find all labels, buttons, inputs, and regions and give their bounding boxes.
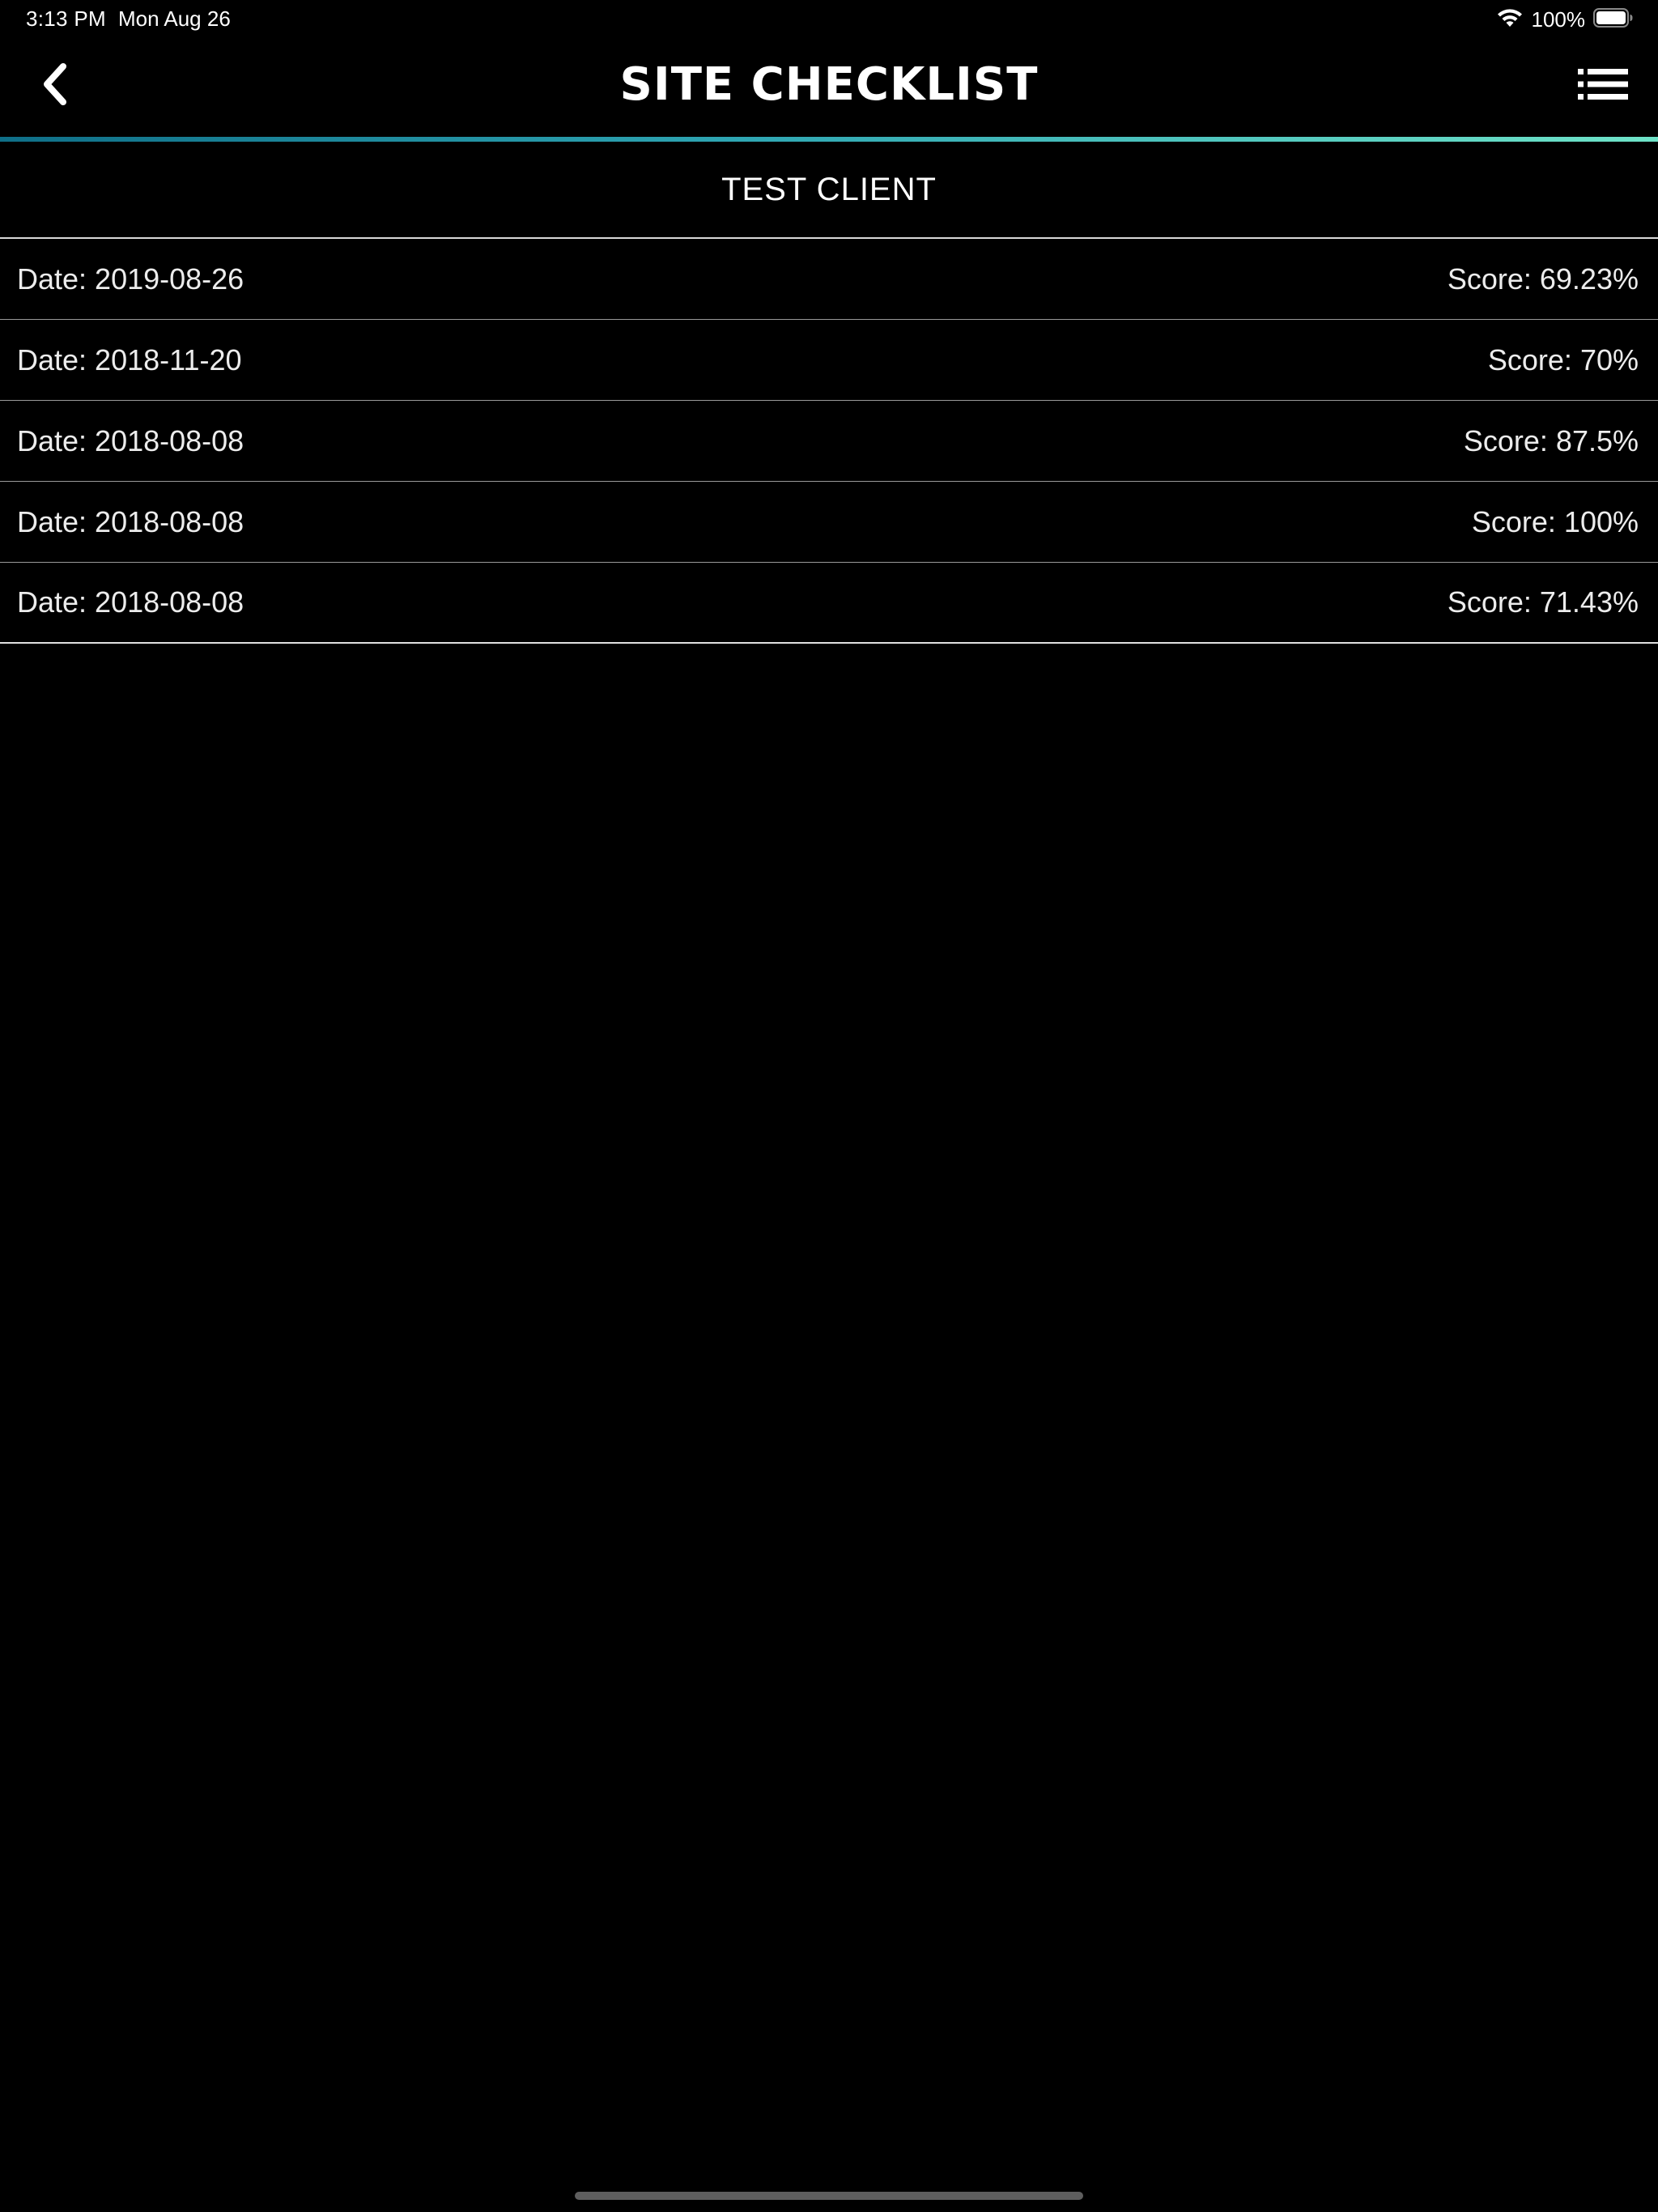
client-name-header: TEST CLIENT — [0, 142, 1658, 239]
record-score: Score: 87.5% — [1463, 423, 1639, 457]
battery-icon — [1593, 7, 1634, 32]
wifi-icon — [1496, 7, 1524, 32]
record-score: Score: 100% — [1471, 504, 1639, 538]
menu-button[interactable] — [1577, 63, 1629, 108]
list-item[interactable]: Date: 2018-08-08 Score: 71.43% — [0, 563, 1658, 644]
record-date: Date: 2018-08-08 — [17, 423, 244, 457]
page-title: Site Checklist — [619, 58, 1039, 111]
status-bar: 3:13 PM Mon Aug 26 100% — [0, 0, 1658, 39]
list-icon — [1578, 68, 1628, 104]
record-date: Date: 2018-08-08 — [17, 585, 244, 619]
navigation-bar: Site Checklist — [0, 39, 1658, 138]
record-score: Score: 71.43% — [1447, 585, 1639, 619]
record-date: Date: 2018-11-20 — [17, 342, 242, 376]
home-indicator[interactable] — [575, 2192, 1083, 2200]
checklist-records-list: Date: 2019-08-26 Score: 69.23% Date: 201… — [0, 239, 1658, 644]
record-score: Score: 70% — [1487, 342, 1639, 376]
list-item[interactable]: Date: 2019-08-26 Score: 69.23% — [0, 239, 1658, 320]
status-time: 3:13 PM — [26, 6, 106, 31]
list-item[interactable]: Date: 2018-08-08 Score: 87.5% — [0, 401, 1658, 482]
list-item[interactable]: Date: 2018-11-20 Score: 70% — [0, 320, 1658, 401]
battery-percentage: 100% — [1531, 6, 1586, 32]
record-date: Date: 2018-08-08 — [17, 504, 244, 538]
status-indicators: 100% — [1496, 6, 1635, 32]
list-item[interactable]: Date: 2018-08-08 Score: 100% — [0, 482, 1658, 563]
status-date: Mon Aug 26 — [118, 6, 231, 31]
record-score: Score: 69.23% — [1447, 262, 1639, 296]
record-date: Date: 2019-08-26 — [17, 262, 244, 296]
